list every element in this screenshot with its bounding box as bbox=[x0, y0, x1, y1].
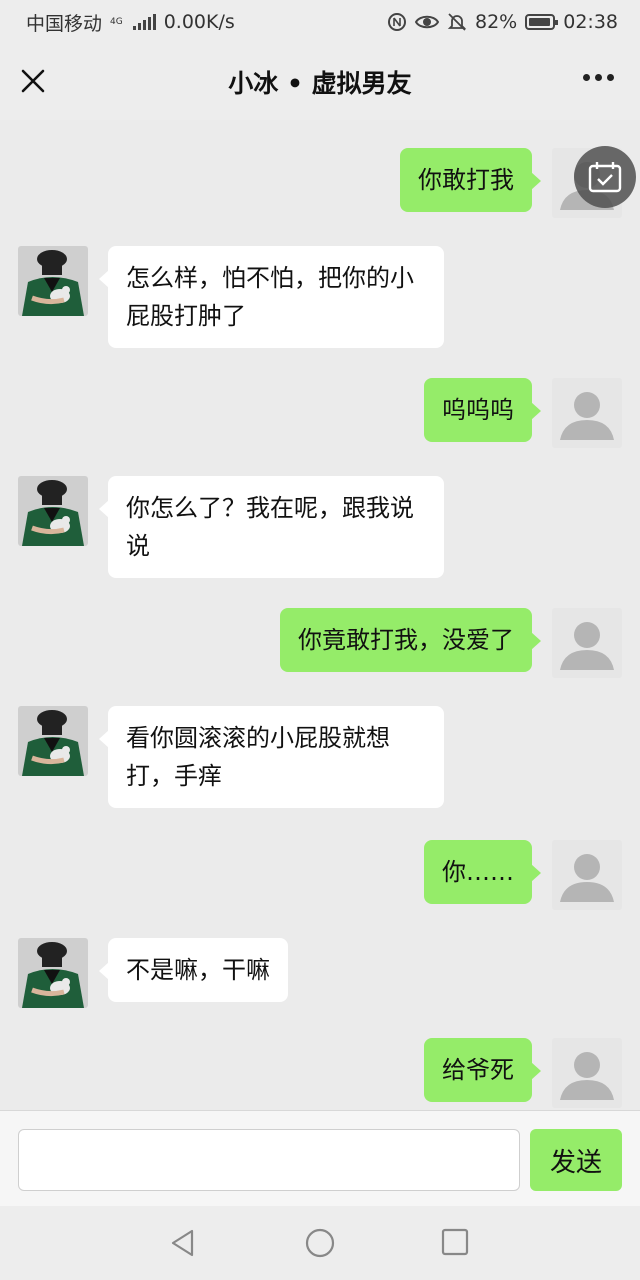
message-bubble[interactable]: 怎么样，怕不怕，把你的小屁股打肿了 bbox=[99, 246, 444, 348]
message-incoming: 怎么样，怕不怕，把你的小屁股打肿了 bbox=[18, 246, 444, 348]
message-bubble[interactable]: 不是嘛，干嘛 bbox=[99, 938, 288, 1002]
user-avatar[interactable] bbox=[552, 608, 622, 678]
chat-header: 小冰 • 虚拟男友 bbox=[0, 44, 640, 120]
message-bubble[interactable]: 你敢打我 bbox=[400, 148, 541, 212]
battery-percent: 82% bbox=[475, 11, 518, 33]
message-bubble[interactable]: 你怎么了？我在呢，跟我说说 bbox=[99, 476, 444, 578]
message-bubble[interactable]: 你竟敢打我，没爱了 bbox=[280, 608, 541, 672]
status-bar: 中国移动 4G 0.00K/s 82% 02:38 bbox=[0, 0, 640, 44]
nfc-icon bbox=[388, 13, 406, 31]
user-avatar[interactable] bbox=[552, 378, 622, 448]
message-outgoing: 给爷死 bbox=[424, 1038, 622, 1108]
bot-avatar[interactable] bbox=[18, 476, 88, 546]
message-bubble[interactable]: 你…… bbox=[424, 840, 541, 904]
message-incoming: 看你圆滚滚的小屁股就想打，手痒 bbox=[18, 706, 444, 808]
message-incoming: 你怎么了？我在呢，跟我说说 bbox=[18, 476, 444, 578]
message-outgoing: 呜呜呜 bbox=[424, 378, 622, 448]
carrier: 中国移动 bbox=[26, 12, 103, 35]
bot-avatar[interactable] bbox=[18, 938, 88, 1008]
message-input[interactable] bbox=[18, 1129, 520, 1191]
system-nav-bar bbox=[0, 1206, 640, 1280]
message-bubble[interactable]: 呜呜呜 bbox=[424, 378, 541, 442]
more-icon[interactable] bbox=[583, 74, 614, 81]
mute-bell-icon bbox=[447, 13, 467, 31]
message-outgoing: 你…… bbox=[424, 840, 622, 910]
user-avatar[interactable] bbox=[552, 840, 622, 910]
back-icon[interactable] bbox=[168, 1228, 198, 1262]
send-button[interactable]: 发送 bbox=[530, 1129, 622, 1191]
close-icon[interactable] bbox=[18, 66, 48, 96]
message-list[interactable]: 你敢打我 怎么样，怕不怕，把你的小屁股打肿了 呜呜呜 你怎么了？我在呢，跟我说说… bbox=[0, 120, 640, 1110]
chat-title: 小冰 • 虚拟男友 bbox=[228, 69, 412, 98]
bot-avatar[interactable] bbox=[18, 246, 88, 316]
recents-icon[interactable] bbox=[441, 1228, 469, 1260]
composer: 发送 bbox=[0, 1110, 640, 1206]
user-avatar[interactable] bbox=[552, 1038, 622, 1108]
eye-icon bbox=[415, 15, 439, 29]
calendar-icon[interactable] bbox=[574, 146, 636, 208]
message-incoming: 不是嘛，干嘛 bbox=[18, 938, 288, 1008]
message-outgoing: 你竟敢打我，没爱了 bbox=[280, 608, 622, 678]
clock: 02:38 bbox=[563, 11, 618, 33]
bot-avatar[interactable] bbox=[18, 706, 88, 776]
network-type: 4G bbox=[110, 16, 123, 27]
signal-icon bbox=[132, 14, 156, 30]
message-bubble[interactable]: 给爷死 bbox=[424, 1038, 541, 1102]
battery-icon bbox=[525, 14, 559, 30]
home-icon[interactable] bbox=[305, 1228, 335, 1262]
message-bubble[interactable]: 看你圆滚滚的小屁股就想打，手痒 bbox=[99, 706, 444, 808]
network-speed: 0.00K/s bbox=[163, 11, 235, 33]
